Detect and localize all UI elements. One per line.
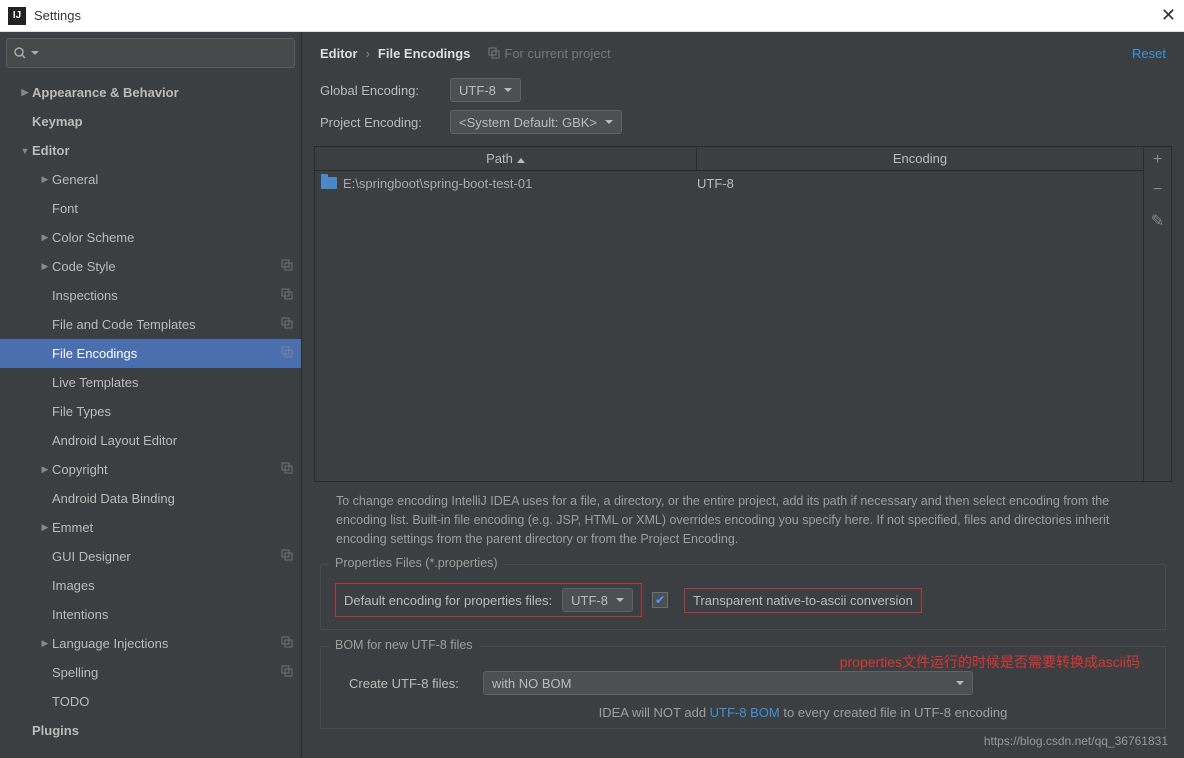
sidebar-item-plugins[interactable]: Plugins — [0, 716, 301, 745]
chevron-right-icon: ▶ — [38, 464, 52, 475]
copy-icon — [281, 259, 293, 274]
bom-legend: BOM for new UTF-8 files — [329, 638, 479, 652]
sidebar-item-file-types[interactable]: File Types — [0, 397, 301, 426]
breadcrumb-root[interactable]: Editor — [320, 46, 358, 61]
chevron-right-icon: ▶ — [38, 232, 52, 243]
search-icon — [13, 46, 27, 60]
sidebar-item-android-layout-editor[interactable]: Android Layout Editor — [0, 426, 301, 455]
app-icon: IJ — [8, 7, 26, 25]
column-header-encoding[interactable]: Encoding — [697, 147, 1143, 170]
sidebar-item-spelling[interactable]: Spelling — [0, 658, 301, 687]
chevron-down-icon: ▼ — [18, 146, 32, 156]
add-button[interactable]: + — [1153, 151, 1162, 169]
properties-encoding-box: Default encoding for properties files: U… — [335, 583, 642, 617]
chevron-down-icon — [605, 120, 613, 125]
sidebar-item-inspections[interactable]: Inspections — [0, 281, 301, 310]
close-icon[interactable]: ✕ — [1161, 5, 1176, 26]
sidebar-item-live-templates[interactable]: Live Templates — [0, 368, 301, 397]
sidebar-item-font[interactable]: Font — [0, 194, 301, 223]
sidebar-item-appearance-behavior[interactable]: ▶Appearance & Behavior — [0, 78, 301, 107]
copy-icon — [281, 346, 293, 361]
chevron-down-icon — [956, 681, 964, 686]
copy-icon — [281, 665, 293, 680]
project-encoding-dropdown[interactable]: <System Default: GBK> — [450, 110, 622, 134]
bom-label: Create UTF-8 files: — [349, 676, 483, 691]
breadcrumb-current: File Encodings — [378, 46, 470, 61]
sidebar-item-images[interactable]: Images — [0, 571, 301, 600]
help-text: To change encoding IntelliJ IDEA uses fo… — [302, 482, 1184, 558]
sidebar: ▶Appearance & BehaviorKeymap▼Editor▶Gene… — [0, 32, 302, 758]
sidebar-item-keymap[interactable]: Keymap — [0, 107, 301, 136]
sidebar-item-file-encodings[interactable]: File Encodings — [0, 339, 301, 368]
column-header-path[interactable]: Path — [315, 147, 697, 170]
sidebar-item-intentions[interactable]: Intentions — [0, 600, 301, 629]
sort-asc-icon — [517, 151, 525, 166]
copy-icon — [281, 288, 293, 303]
bom-help-text: IDEA will NOT add UTF-8 BOM to every cre… — [335, 701, 1151, 722]
edit-button[interactable]: ✎ — [1151, 211, 1164, 231]
table-row[interactable]: E:\springboot\spring-boot-test-01 UTF-8 — [315, 171, 1143, 195]
chevron-down-icon — [31, 51, 43, 56]
sidebar-item-android-data-binding[interactable]: Android Data Binding — [0, 484, 301, 513]
global-encoding-label: Global Encoding: — [320, 83, 450, 98]
bom-link[interactable]: UTF-8 BOM — [710, 705, 780, 720]
chevron-down-icon — [616, 598, 624, 603]
sidebar-item-color-scheme[interactable]: ▶Color Scheme — [0, 223, 301, 252]
chevron-right-icon: ▶ — [18, 87, 32, 98]
sidebar-item-code-style[interactable]: ▶Code Style — [0, 252, 301, 281]
transparent-ascii-box: Transparent native-to-ascii conversion — [684, 588, 922, 613]
copy-icon — [281, 636, 293, 651]
chevron-right-icon: ▶ — [38, 174, 52, 185]
bom-dropdown[interactable]: with NO BOM — [483, 671, 973, 695]
transparent-ascii-checkbox[interactable]: ✔ — [652, 592, 668, 608]
sidebar-item-language-injections[interactable]: ▶Language Injections — [0, 629, 301, 658]
sidebar-item-gui-designer[interactable]: GUI Designer — [0, 542, 301, 571]
transparent-ascii-label: Transparent native-to-ascii conversion — [693, 593, 913, 608]
sidebar-item-emmet[interactable]: ▶Emmet — [0, 513, 301, 542]
watermark: https://blog.csdn.net/qq_36761831 — [984, 734, 1168, 748]
chevron-right-icon: ▶ — [38, 261, 52, 272]
copy-icon — [281, 462, 293, 477]
for-current-project: For current project — [488, 46, 610, 61]
properties-encoding-label: Default encoding for properties files: — [344, 593, 552, 608]
check-icon: ✔ — [655, 593, 665, 607]
search-input[interactable] — [6, 38, 295, 68]
global-encoding-dropdown[interactable]: UTF-8 — [450, 78, 521, 102]
remove-button[interactable]: − — [1153, 181, 1162, 199]
project-encoding-label: Project Encoding: — [320, 115, 450, 130]
copy-icon — [488, 47, 500, 59]
settings-tree: ▶Appearance & BehaviorKeymap▼Editor▶Gene… — [0, 74, 301, 758]
chevron-right-icon: ▶ — [38, 522, 52, 533]
window-title: Settings — [34, 8, 81, 23]
sidebar-item-file-and-code-templates[interactable]: File and Code Templates — [0, 310, 301, 339]
properties-legend: Properties Files (*.properties) — [329, 556, 504, 570]
folder-icon — [321, 177, 337, 189]
sidebar-item-todo[interactable]: TODO — [0, 687, 301, 716]
sidebar-item-general[interactable]: ▶General — [0, 165, 301, 194]
sidebar-item-editor[interactable]: ▼Editor — [0, 136, 301, 165]
encoding-table: Path Encoding E:\springboot\spring-boot-… — [315, 147, 1143, 481]
chevron-right-icon: › — [366, 46, 370, 61]
chevron-right-icon: ▶ — [38, 638, 52, 649]
copy-icon — [281, 549, 293, 564]
sidebar-item-copyright[interactable]: ▶Copyright — [0, 455, 301, 484]
reset-link[interactable]: Reset — [1132, 46, 1166, 61]
copy-icon — [281, 317, 293, 332]
chevron-down-icon — [504, 88, 512, 93]
properties-encoding-dropdown[interactable]: UTF-8 — [562, 588, 633, 612]
